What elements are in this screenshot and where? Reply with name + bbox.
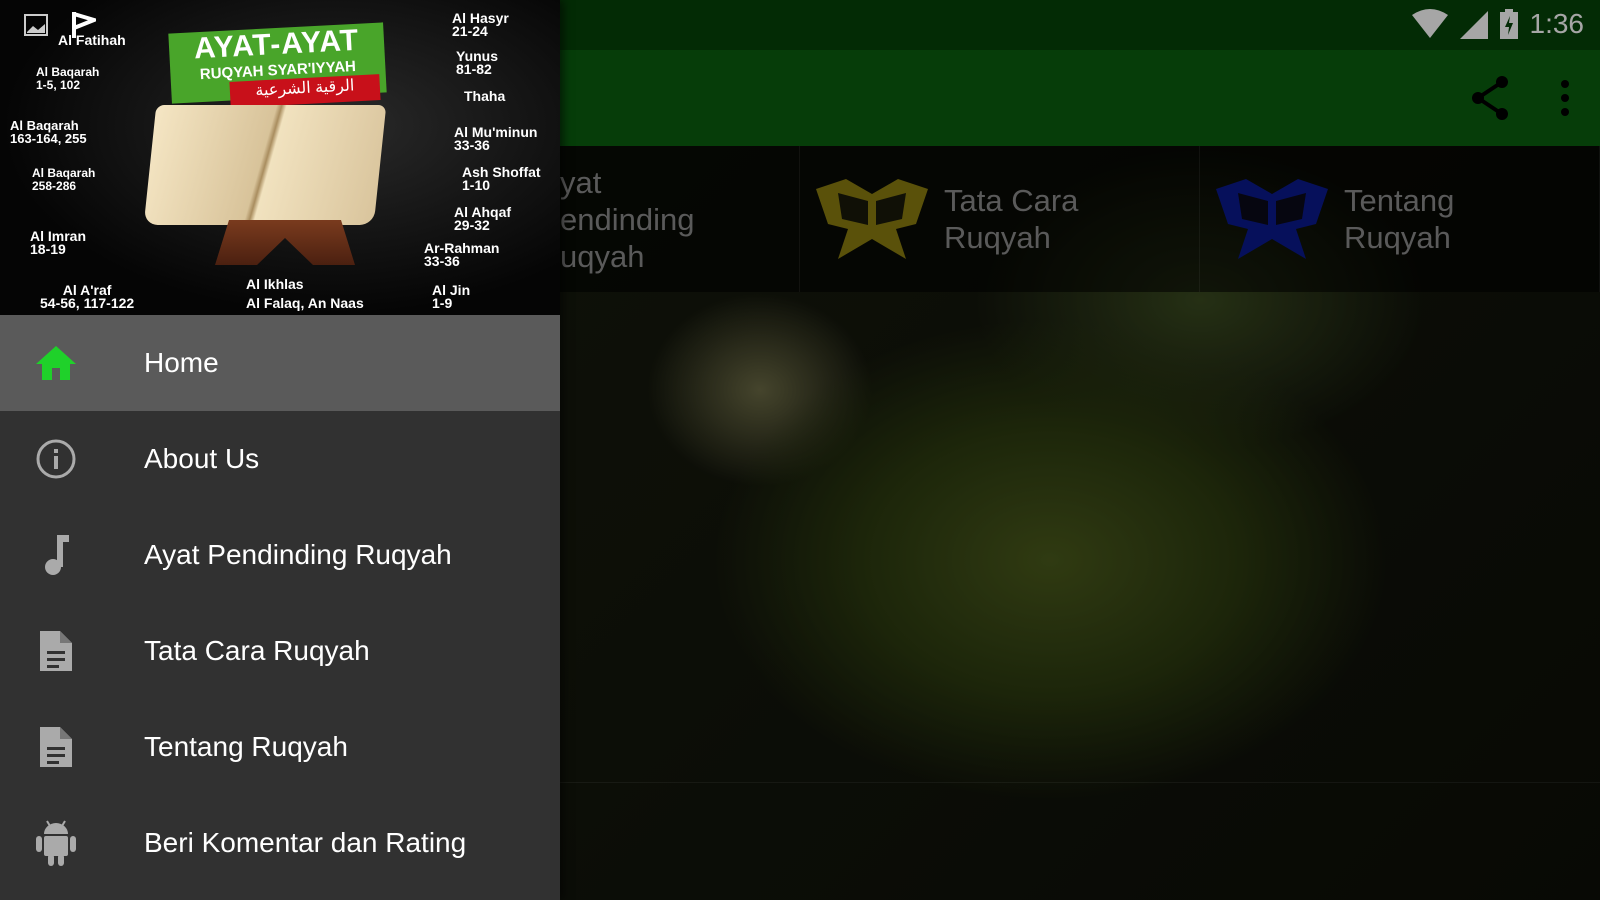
menu-item-ayat-pendinding[interactable]: Ayat Pendinding Ruqyah [0, 507, 560, 603]
quran-book-image [143, 105, 387, 225]
music-note-icon [45, 535, 69, 575]
navigation-drawer: AYAT-AYAT RUQYAH SYAR'IYYAH الرقية الشرعي… [0, 0, 560, 900]
book-stand-image [215, 220, 355, 265]
menu-item-tata-cara[interactable]: Tata Cara Ruqyah [0, 603, 560, 699]
menu-item-about-us[interactable]: About Us [0, 411, 560, 507]
menu-item-home[interactable]: Home [0, 315, 560, 411]
android-icon [36, 820, 76, 866]
menu-item-rating[interactable]: Beri Komentar dan Rating [0, 795, 560, 891]
drawer-header-image: AYAT-AYAT RUQYAH SYAR'IYYAH الرقية الشرعي… [0, 0, 560, 315]
image-icon [24, 14, 48, 36]
home-icon [36, 346, 76, 380]
drawer-menu: Home About Us Ayat Pendinding Ruqyah Tat… [0, 315, 560, 891]
document-icon [40, 631, 72, 671]
info-icon [36, 439, 76, 479]
document-icon [40, 727, 72, 767]
menu-item-tentang[interactable]: Tentang Ruqyah [0, 699, 560, 795]
